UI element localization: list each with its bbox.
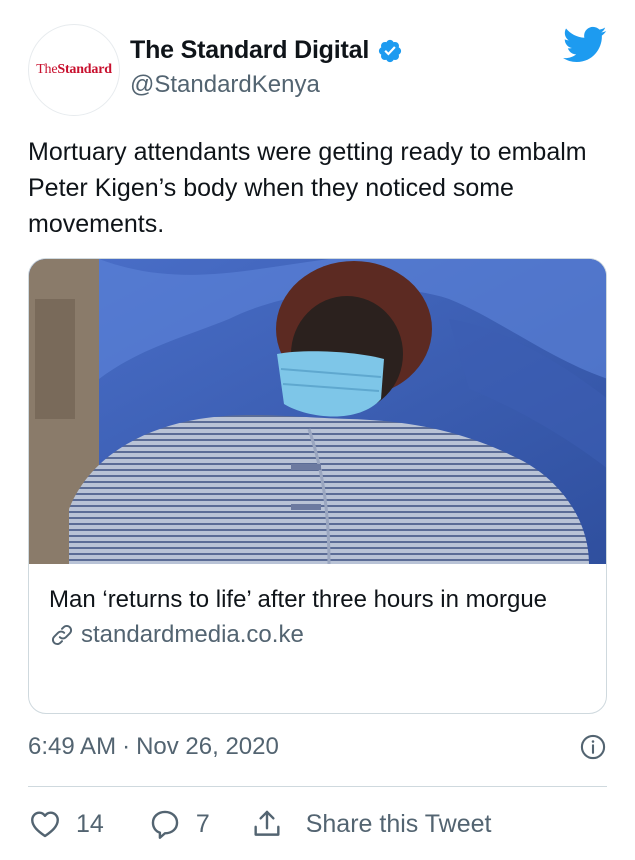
tweet-time: 6:49 AM — [28, 733, 117, 760]
avatar[interactable]: TheStandard — [28, 24, 120, 116]
avatar-logo-main: Standard — [57, 62, 112, 77]
card-title[interactable]: Man ‘returns to life’ after three hours … — [49, 582, 586, 617]
share-label: Share this Tweet — [305, 809, 492, 838]
heart-icon — [31, 811, 59, 838]
share-button[interactable]: Share this Tweet — [250, 807, 492, 841]
tweet-meta: 6:49 AM · Nov 26, 2020 — [28, 730, 607, 764]
link-icon — [51, 624, 73, 646]
link-card[interactable]: Man ‘returns to life’ after three hours … — [28, 258, 607, 714]
like-button[interactable]: 14 — [28, 807, 104, 841]
meta-separator: · — [122, 733, 131, 760]
avatar-logo-prefix: The — [36, 62, 58, 77]
card-body: Man ‘returns to life’ after three hours … — [29, 564, 606, 649]
info-icon[interactable] — [579, 733, 607, 761]
twitter-bird-icon[interactable] — [563, 26, 607, 64]
like-count: 14 — [76, 809, 104, 838]
verified-badge-icon — [378, 39, 402, 62]
tweet-date: Nov 26, 2020 — [136, 733, 279, 760]
card-domain[interactable]: standardmedia.co.ke — [49, 621, 586, 649]
divider — [28, 786, 607, 787]
tweet-header: TheStandard The Standard Digital @Standa… — [28, 24, 607, 116]
card-photo — [29, 259, 606, 564]
tweet-embed: TheStandard The Standard Digital @Standa… — [0, 0, 635, 860]
account-info[interactable]: The Standard Digital @StandardKenya — [130, 36, 403, 99]
reply-button[interactable]: 7 — [148, 807, 210, 841]
tweet-text: Mortuary attendants were getting ready t… — [28, 138, 587, 238]
reply-bubble-icon — [151, 810, 179, 839]
card-domain-text: standardmedia.co.ke — [81, 621, 304, 648]
reply-count: 7 — [195, 809, 210, 838]
account-handle[interactable]: @StandardKenya — [130, 71, 403, 99]
name-row: The Standard Digital — [130, 36, 403, 65]
avatar-logo: TheStandard — [36, 62, 112, 78]
action-bar: 14 7 Share this Tweet — [28, 804, 491, 844]
timestamp[interactable]: 6:49 AM · Nov 26, 2020 — [28, 733, 279, 761]
share-icon — [254, 810, 280, 836]
display-name[interactable]: The Standard Digital — [130, 36, 369, 65]
card-image[interactable] — [29, 259, 606, 564]
